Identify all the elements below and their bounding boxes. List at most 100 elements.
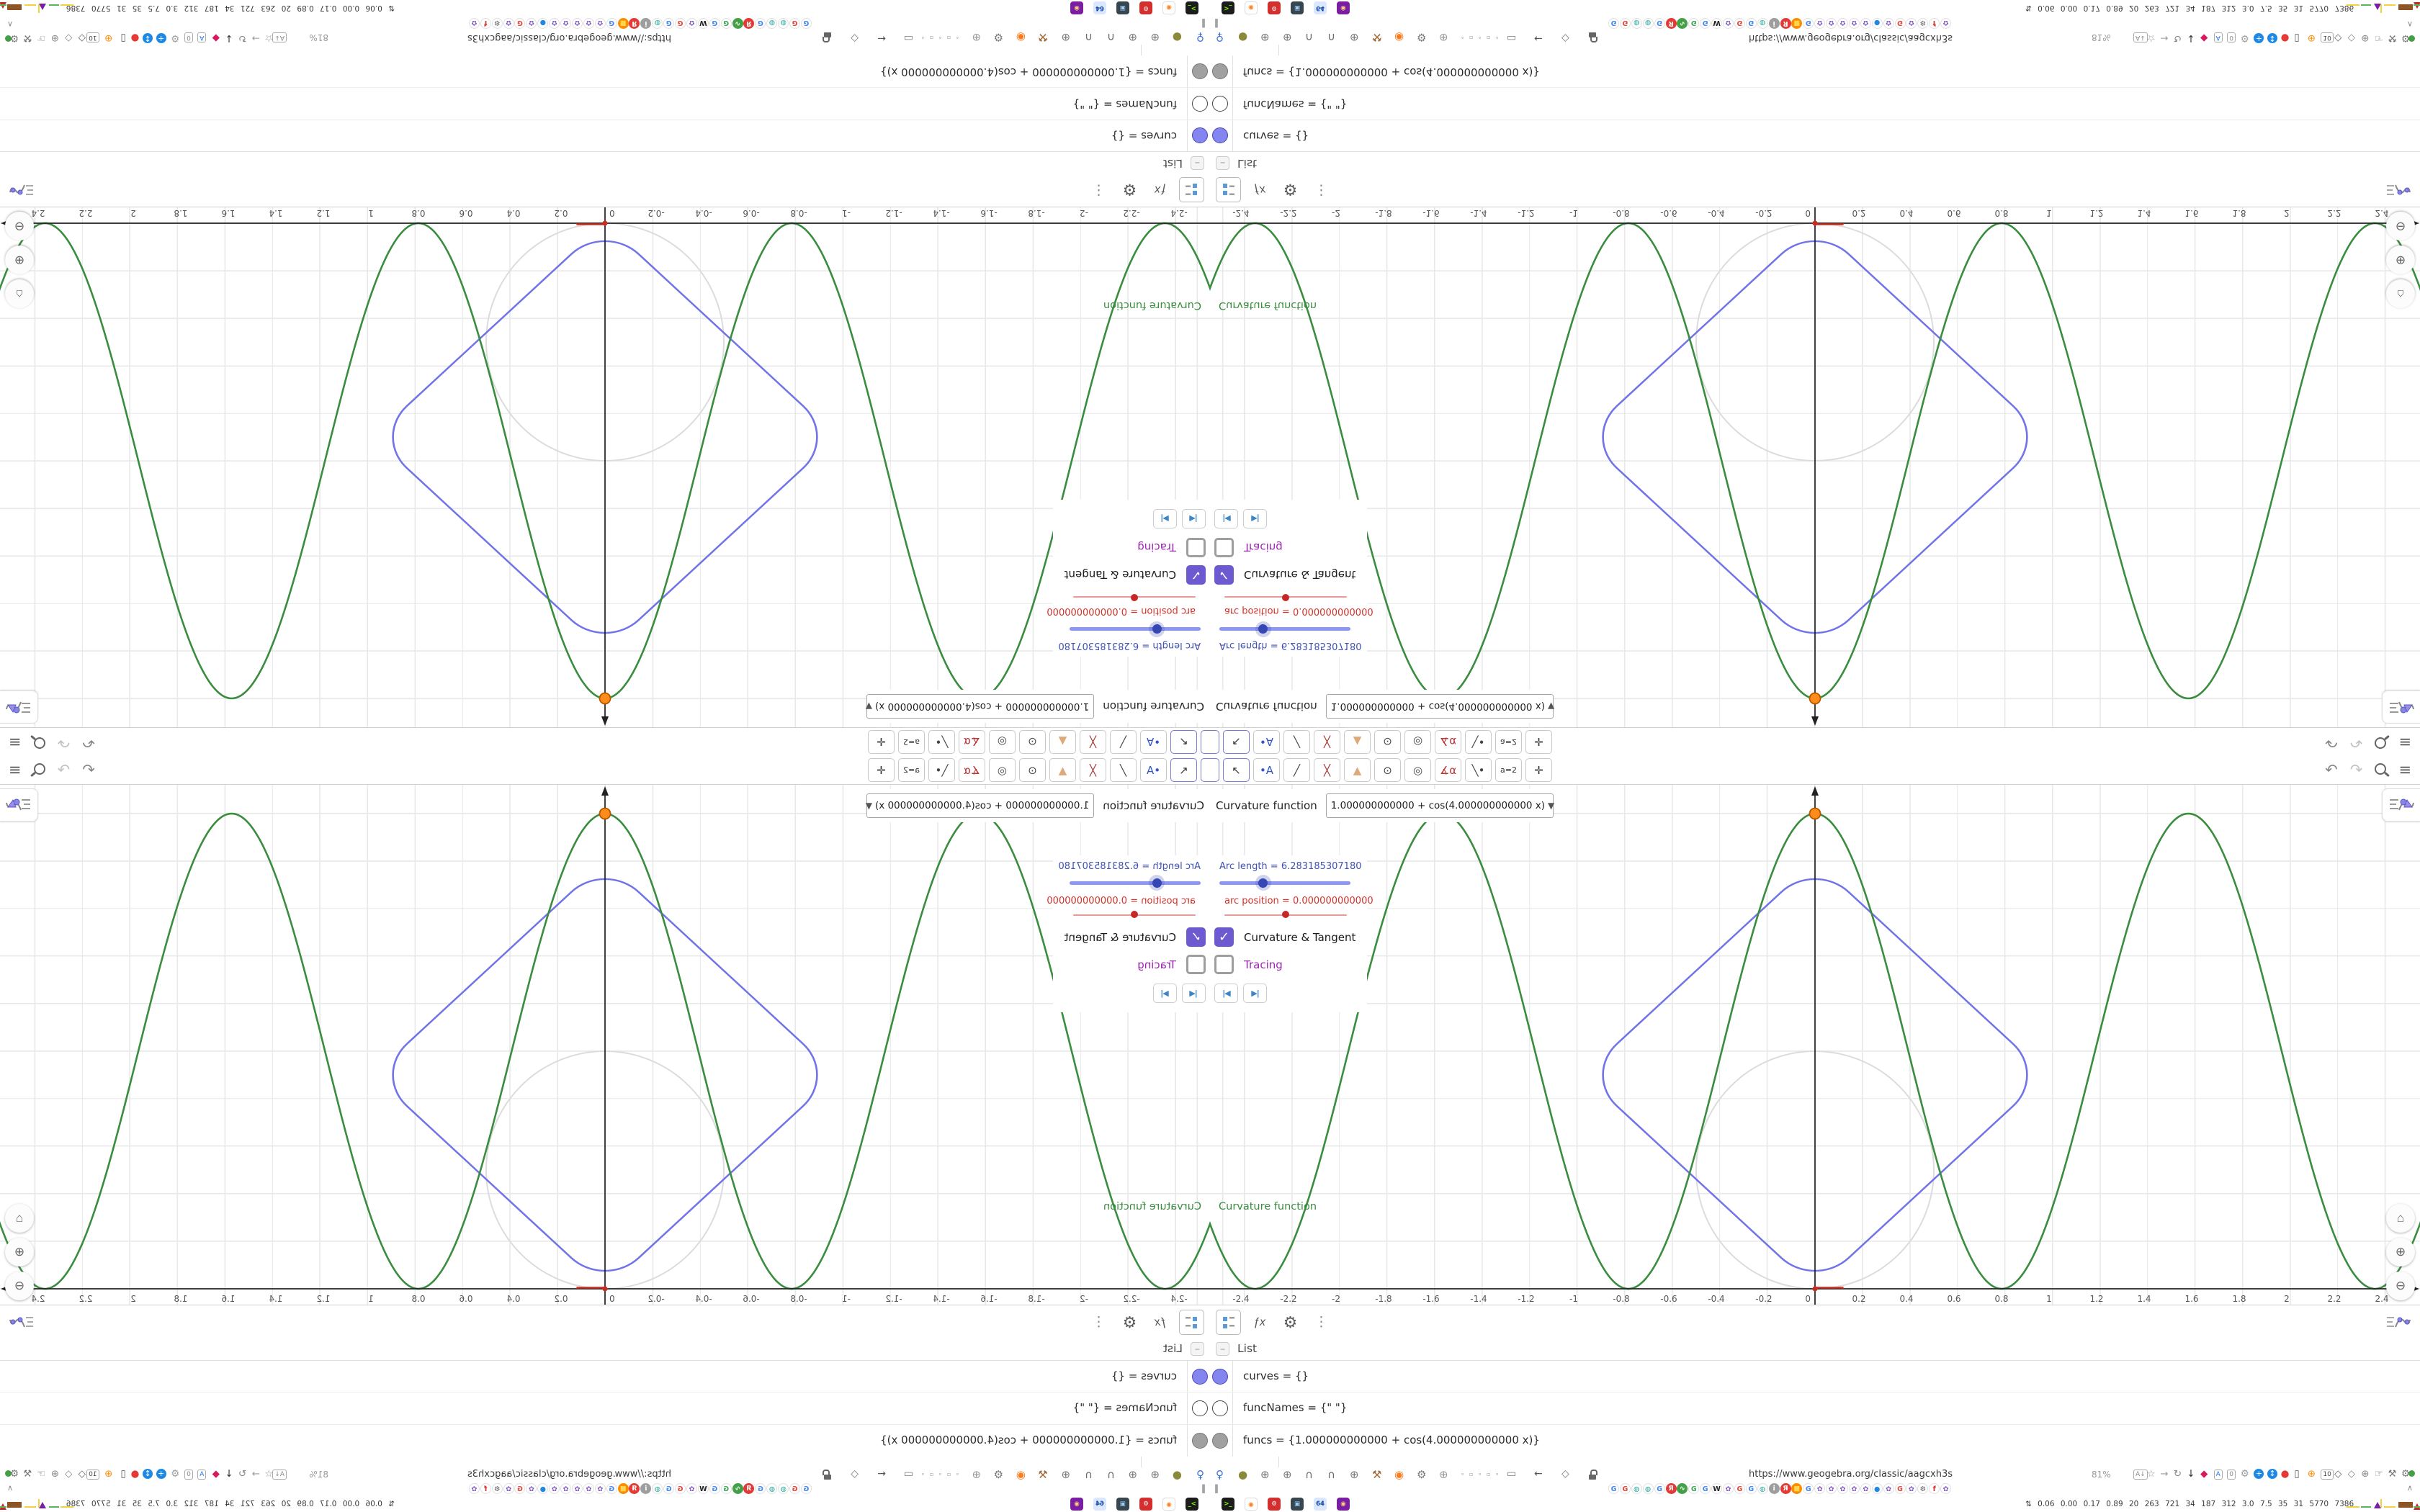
tool-button-move-view-tool[interactable]: ✛ [868, 730, 895, 754]
globe-icon[interactable]: ⊕ [972, 1468, 981, 1481]
tab-favicon-globe[interactable]: ◍ [652, 18, 663, 29]
tool-button-conic-tool[interactable]: ◎ [989, 730, 1016, 754]
tab-favicon-yandex[interactable]: Я [1665, 1483, 1677, 1494]
updown-icon[interactable]: ↕ [143, 33, 153, 43]
tab-favicon-globe[interactable]: ◍ [1757, 18, 1768, 29]
more-menu-button[interactable]: ⋮ [1086, 1310, 1111, 1335]
globe-icon[interactable]: ⊕ [1260, 1468, 1270, 1481]
tab-favicon-flower[interactable]: ✿ [1860, 1483, 1871, 1494]
search-icon[interactable] [2375, 762, 2387, 778]
brush-icon[interactable]: ◆ [2200, 32, 2208, 44]
tool-button-line-tool[interactable]: ╱ [1110, 758, 1137, 782]
dock-firefox[interactable]: ◉ [1162, 1, 1175, 14]
tool-button-perpendicular-line-tool[interactable]: ╳ [1314, 758, 1340, 782]
tool-button-reflect-tool[interactable]: ╲• [1465, 730, 1492, 754]
arc-position-slider[interactable] [1224, 909, 1347, 920]
tool-button-perpendicular-line-tool[interactable]: ╳ [1080, 758, 1106, 782]
curvature-tangent-checkbox[interactable]: ✓ [1186, 927, 1206, 947]
fx-button[interactable]: ƒx [1148, 177, 1173, 202]
curvature-tangent-checkbox[interactable]: ✓ [1186, 565, 1206, 585]
tab-favicon-flower[interactable]: ✿ [1940, 18, 1952, 29]
dock-firefox[interactable]: ◉ [1162, 1498, 1175, 1511]
zoom-in-button[interactable]: ⊕ [5, 1238, 34, 1266]
dock-cat[interactable]: ◉ [1337, 1498, 1350, 1511]
gear-wheel-icon[interactable]: ⚙ [171, 32, 179, 44]
tab-favicon-flower[interactable]: ✿ [572, 1483, 583, 1494]
tab-favicon-flower[interactable]: ✿ [503, 18, 514, 29]
tab-favicon-flower[interactable]: ✿ [594, 18, 606, 29]
redo-icon[interactable]: ↷ [58, 761, 71, 778]
tree-view-button[interactable] [1179, 177, 1204, 202]
dock-settings[interactable]: ⚙ [1268, 1498, 1281, 1511]
back-arrow-icon[interactable]: ← [877, 32, 886, 44]
tool-button-partial-tool[interactable]: 1 [1210, 758, 1219, 782]
tab-favicon-google[interactable]: G [1894, 1483, 1906, 1494]
visibility-toggle[interactable] [1212, 1433, 1228, 1449]
tab-favicon-google[interactable]: G [1619, 18, 1631, 29]
gear-icon[interactable]: ⚙ [2401, 32, 2410, 44]
tool-button-slider-tool[interactable]: a=2 [1495, 758, 1522, 782]
tab-favicon-wikipedia[interactable]: W [1711, 18, 1723, 29]
add-icon[interactable]: + [2254, 33, 2264, 43]
zoom-out-button[interactable]: ⊖ [2386, 212, 2415, 240]
tool-button-move-tool[interactable]: ↖ [1170, 730, 1197, 754]
dock-display[interactable]: ▣ [1116, 1498, 1129, 1511]
tab-favicon-flower[interactable]: ✿ [560, 18, 572, 29]
tab-favicon-google[interactable]: G [1894, 18, 1906, 29]
algebra-row-funcNames[interactable]: funcNames = {" "} [1210, 1392, 2420, 1425]
tab-favicon-flower[interactable]: ✿ [1848, 1483, 1860, 1494]
ten-badge-icon[interactable]: 10 [86, 32, 99, 42]
dock-display[interactable]: ▣ [1116, 1, 1129, 14]
brush-icon[interactable]: ◆ [212, 32, 220, 44]
dock-cat[interactable]: ◉ [1337, 1, 1350, 14]
tool-button-partial-tool[interactable]: 1 [1201, 730, 1210, 754]
dock-cat[interactable]: ◉ [1070, 1498, 1083, 1511]
tab-favicon-google[interactable]: G [801, 18, 812, 29]
tracing-checkbox[interactable] [1214, 955, 1234, 974]
reload-icon[interactable]: ↻ [2174, 32, 2182, 44]
arcs-icon[interactable]: ∩ [1305, 1468, 1313, 1481]
shield-gray-icon[interactable]: ◇ [2348, 32, 2355, 44]
tab-favicon-flower[interactable]: ✿ [686, 1483, 697, 1494]
map-pin-icon[interactable]: ♀ [1196, 31, 1204, 44]
menu-icon[interactable]: ≡ [9, 761, 22, 778]
graph-view[interactable]: -2.4 -2.2 -2 -1.8 -1.6 -1.4 -1.2 -1 -0.8 -0.6 -0.4… [1210, 207, 2420, 727]
tab-favicon-yandex[interactable]: Я [1780, 18, 1791, 29]
tab-favicon-flower[interactable]: ✿ [1860, 18, 1871, 29]
function-selector[interactable]: 1.000000000000 + cos(4.000000000000 x) ▼ [866, 694, 1095, 719]
zero-badge-icon[interactable]: 0 [184, 1470, 193, 1480]
tab-favicon-green-wave[interactable]: ∿ [1677, 1483, 1688, 1494]
tab-favicon-flower[interactable]: ✿ [526, 1483, 537, 1494]
bookmark-star-icon[interactable]: ☆ [2147, 32, 2156, 44]
wrench-icon[interactable]: ⚒ [2388, 1468, 2396, 1480]
arc-length-slider-thumb[interactable] [1149, 875, 1165, 891]
gear-icon[interactable]: ⚙ [994, 1468, 1003, 1481]
tool-button-conic-tool[interactable]: ◎ [989, 758, 1016, 782]
map-pin-icon[interactable]: ♀ [1196, 1468, 1204, 1481]
tab-favicon-yandex[interactable]: Я [1665, 18, 1677, 29]
arc-length-slider-thumb[interactable] [1149, 621, 1165, 637]
translate-blue-icon[interactable]: A [2213, 32, 2223, 42]
tab-favicon-green-wave[interactable]: ∿ [732, 18, 743, 29]
function-selector[interactable]: 1.000000000000 + cos(4.000000000000 x) ▼ [1325, 694, 1554, 719]
tool-button-move-tool[interactable]: ↖ [1223, 730, 1250, 754]
home-button[interactable]: ⌂ [2386, 1204, 2415, 1233]
graph-view[interactable]: -2.4 -2.2 -2 -1.8 -1.6 -1.4 -1.2 -1 -0.8 -0.6 -0.4… [0, 207, 1210, 727]
arc-length-slider-thumb[interactable] [1255, 621, 1271, 637]
wrench-icon[interactable]: ⚒ [24, 1468, 32, 1480]
shield-ud-icon[interactable]: ◇ [2334, 32, 2341, 44]
tab-favicon-google[interactable]: G [663, 1483, 675, 1494]
translate-blue-icon[interactable]: A [197, 1470, 207, 1480]
tab-favicon-f-red[interactable]: f [480, 18, 491, 29]
ten-badge-icon[interactable]: 10 [2321, 32, 2334, 42]
reload-icon[interactable]: ↻ [238, 32, 246, 44]
tool-button-slider-tool[interactable]: a=2 [898, 758, 925, 782]
thumb-icon[interactable]: ☞ [37, 1468, 45, 1480]
translate-icon[interactable]: A↓ [272, 32, 287, 42]
download-icon[interactable]: ↓ [225, 32, 233, 44]
dock-floppy[interactable]: 64 [1314, 1, 1327, 14]
chevron-up-icon[interactable]: ∧ [7, 1483, 13, 1493]
graphics-stylebar-button[interactable] [0, 788, 38, 822]
download-icon[interactable]: ↓ [2187, 1468, 2195, 1480]
forward-arrow-icon[interactable]: → [2160, 1468, 2168, 1480]
